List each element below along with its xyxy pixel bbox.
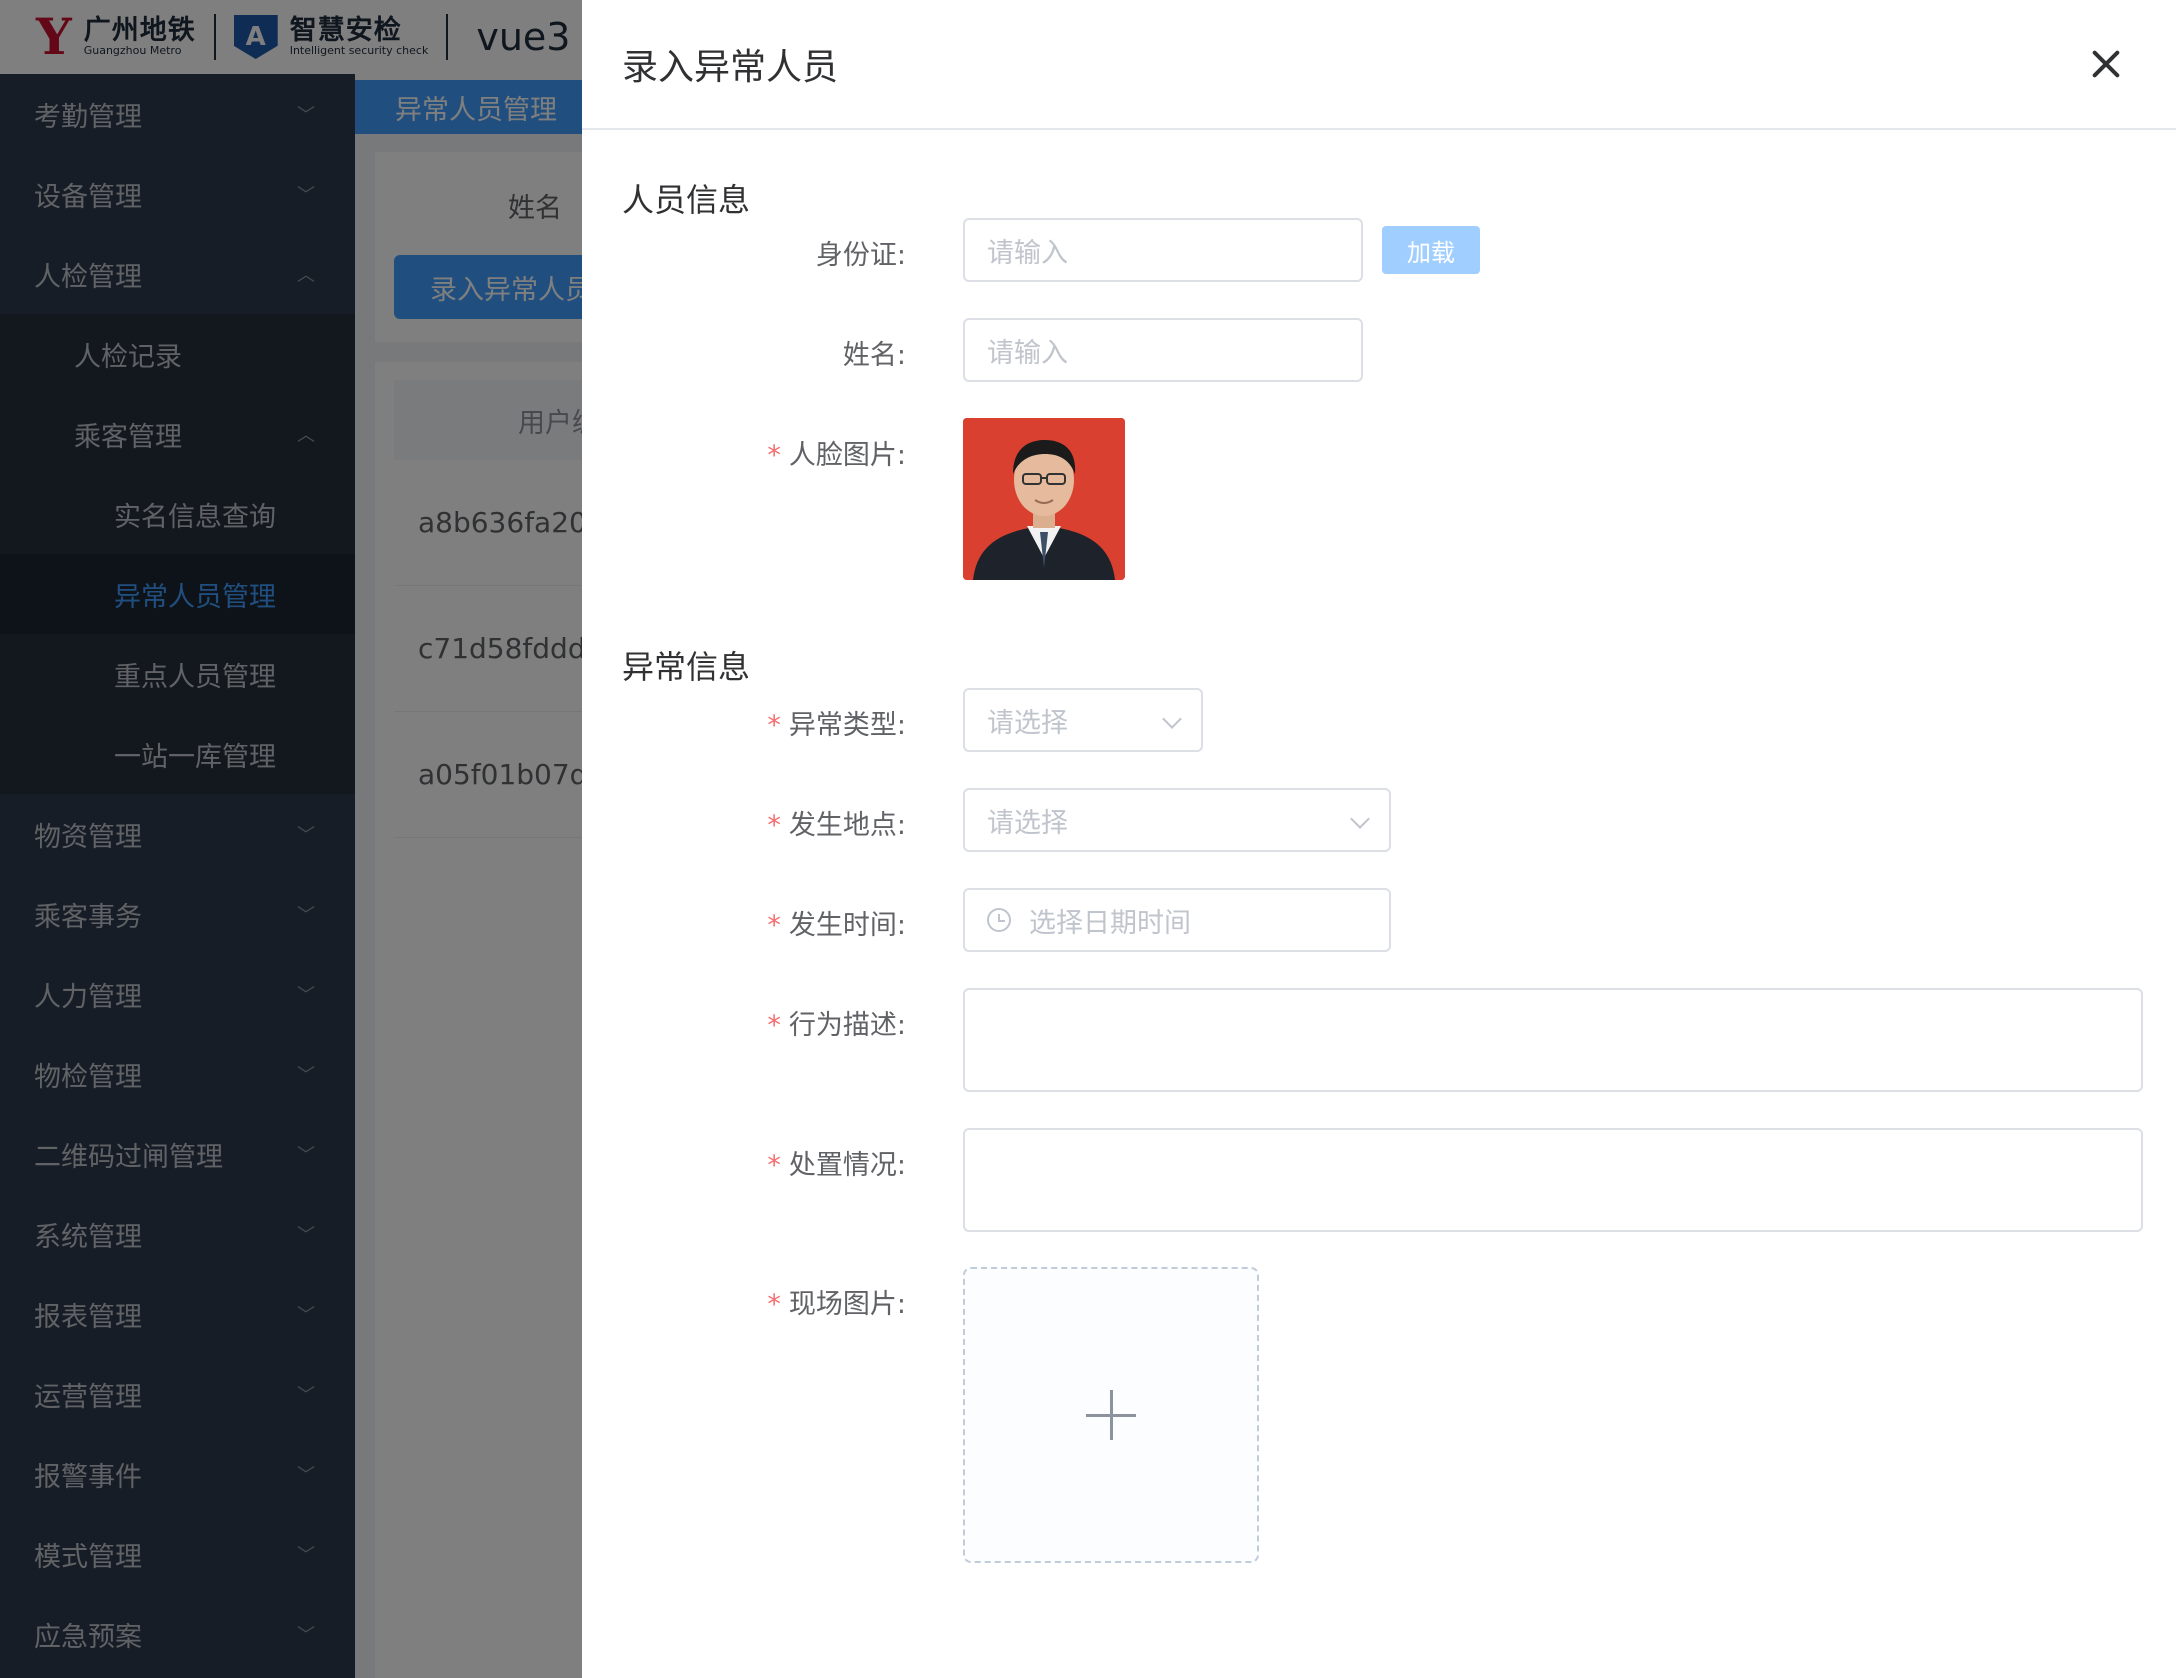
name-placeholder: 请输入 [987,337,1068,369]
location-placeholder: 请选择 [987,807,1068,839]
required-mark: * [767,1150,781,1181]
occurrence-time-label: * 发生时间: [767,903,906,942]
id-card-label: 身份证: [815,240,906,271]
face-image-label: * 人脸图片: [767,433,906,472]
behavior-description-textarea[interactable] [963,988,2143,1092]
location-select[interactable]: 请选择 [963,788,1391,852]
person-info-section-title: 人员信息 [622,181,751,219]
scene-image-label-text: 现场图片: [788,1289,906,1320]
required-mark: * [767,810,781,841]
face-photo[interactable] [963,418,1125,580]
datetime-picker[interactable]: 选择日期时间 [963,888,1391,952]
location-label-text: 发生地点: [788,810,906,841]
close-icon[interactable] [2086,44,2126,84]
drawer-header: 录入异常人员 [582,0,2176,130]
clock-icon [987,908,1011,932]
behavior-description-label: * 行为描述: [767,1003,906,1042]
load-button[interactable]: 加载 [1382,226,1480,274]
scene-image-upload[interactable] [963,1267,1259,1563]
required-mark: * [767,910,781,941]
add-abnormal-person-drawer: 录入异常人员 人员信息 身份证: 请输入 加载 姓名: 请输入 * 人脸图片: 异… [582,0,2176,1678]
name-label: 姓名: [842,340,906,371]
required-mark: * [767,1289,781,1320]
occurrence-time-label-text: 发生时间: [788,910,906,941]
anomaly-type-placeholder: 请选择 [987,707,1068,739]
required-mark: * [767,710,781,741]
location-label: * 发生地点: [767,803,906,842]
behavior-description-label-text: 行为描述: [788,1010,906,1041]
id-card-placeholder: 请输入 [987,237,1068,269]
person-portrait-image [963,418,1125,580]
anomaly-type-select[interactable]: 请选择 [963,688,1203,752]
anomaly-type-label-text: 异常类型: [788,710,906,741]
scene-image-label: * 现场图片: [767,1282,906,1321]
anomaly-info-section-title: 异常信息 [622,648,751,686]
handling-status-label: * 处置情况: [767,1143,906,1182]
id-card-input[interactable]: 请输入 [963,218,1363,282]
plus-icon [1086,1390,1136,1440]
face-image-label-text: 人脸图片: [788,440,906,471]
anomaly-type-label: * 异常类型: [767,703,906,742]
required-mark: * [767,440,781,471]
name-input[interactable]: 请输入 [963,318,1363,382]
required-mark: * [767,1010,781,1041]
handling-status-textarea[interactable] [963,1128,2143,1232]
handling-status-label-text: 处置情况: [788,1150,906,1181]
chevron-down-icon [1350,809,1370,829]
drawer-title: 录入异常人员 [622,47,839,88]
chevron-down-icon [1162,709,1182,729]
datetime-placeholder: 选择日期时间 [1029,907,1191,939]
